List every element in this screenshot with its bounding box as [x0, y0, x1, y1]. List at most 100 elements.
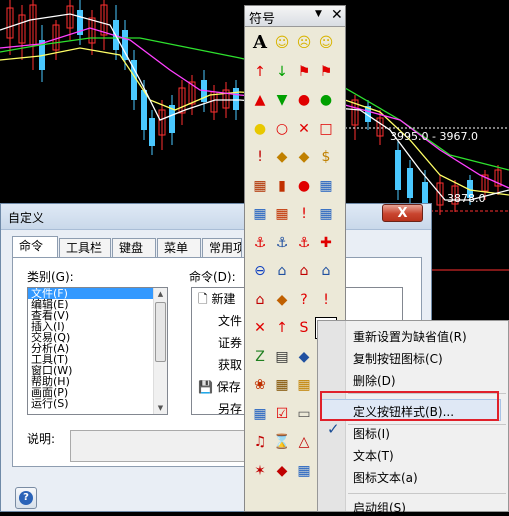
- boxes-icon[interactable]: ▦: [271, 374, 293, 396]
- command-item-save[interactable]: 💾 保存: [198, 378, 241, 397]
- record-icon[interactable]: ●: [293, 175, 315, 197]
- categories-list[interactable]: 文件(F) 编辑(E) 查看(V) 插入(I) 交易(Q) 分析(A) 工具(T) 窗口(W)…: [27, 287, 168, 415]
- warning-icon[interactable]: !: [249, 146, 271, 168]
- alert-icon[interactable]: !: [293, 203, 315, 225]
- candle-icon[interactable]: ▮: [271, 175, 293, 197]
- hourglass-icon[interactable]: ⌛: [271, 431, 293, 453]
- scroll-up-arrow[interactable]: ▲: [154, 288, 167, 300]
- grid-icon[interactable]: ▦: [315, 175, 337, 197]
- chart-icon[interactable]: ▦: [249, 175, 271, 197]
- flag-icon[interactable]: ⚑: [315, 61, 337, 83]
- help-button[interactable]: ?: [15, 487, 37, 509]
- binoculars-icon[interactable]: ◆: [293, 346, 315, 368]
- ring-icon[interactable]: ○: [271, 118, 293, 140]
- categories-scrollbar[interactable]: ▲ ▼: [153, 288, 167, 414]
- menu-item-icon-text[interactable]: 图标文本(a): [353, 469, 418, 486]
- tab-menu[interactable]: 菜单: [157, 238, 201, 258]
- picture-icon[interactable]: ▦: [271, 203, 293, 225]
- box-icon[interactable]: ▦: [293, 374, 315, 396]
- triangle-outline-icon[interactable]: △: [293, 431, 315, 453]
- tab-keyboard[interactable]: 键盘: [112, 238, 156, 258]
- highlight-annotation-box: [320, 391, 499, 421]
- star-icon[interactable]: ✶: [249, 460, 271, 482]
- yellow-circle-icon[interactable]: ●: [249, 118, 271, 140]
- menu-item-text[interactable]: 文本(T): [353, 447, 394, 464]
- scroll-thumb[interactable]: [155, 302, 166, 362]
- image-icon[interactable]: ▦: [249, 403, 271, 425]
- x-mark-icon[interactable]: ✕: [293, 118, 315, 140]
- diamond-orange-icon[interactable]: ◆: [271, 289, 293, 311]
- list-icon[interactable]: ▤: [271, 346, 293, 368]
- description-label: 说明:: [27, 432, 56, 446]
- down-arrow-icon[interactable]: ↓: [271, 61, 293, 83]
- menu-item-icon[interactable]: 图标(I): [353, 425, 390, 442]
- diamond-icon[interactable]: ◆: [271, 146, 293, 168]
- triangle-up-icon[interactable]: ▲: [249, 89, 271, 111]
- tab-toolbars[interactable]: 工具栏: [59, 238, 111, 258]
- dialog-close-button[interactable]: X: [382, 204, 423, 222]
- palette-title: 符号: [249, 12, 276, 27]
- arrow-up-icon[interactable]: ↑: [271, 317, 293, 339]
- green-dot-icon[interactable]: ●: [315, 89, 337, 111]
- rectangle-icon[interactable]: ▭: [293, 403, 315, 425]
- exclaim-icon[interactable]: !: [315, 289, 337, 311]
- check-icon: ✓: [327, 420, 340, 438]
- sad-face-icon[interactable]: ☹: [293, 32, 315, 54]
- command-item-new[interactable]: 🗋 新建: [198, 290, 236, 309]
- palette-titlebar[interactable]: 符号 ▼ ✕: [245, 6, 345, 27]
- menu-item-delete[interactable]: 删除(D): [353, 372, 396, 389]
- no-entry-icon[interactable]: ⊖: [249, 260, 271, 282]
- categories-label: 类别(G):: [27, 270, 74, 284]
- document-icon: 🗋: [198, 292, 208, 306]
- antenna-icon[interactable]: ♫: [249, 431, 271, 453]
- cancel-icon[interactable]: ✕: [249, 317, 271, 339]
- command-item-saveas[interactable]: 另存: [218, 400, 242, 414]
- up-arrow-icon[interactable]: ↑: [249, 61, 271, 83]
- house-red-icon[interactable]: ⌂: [293, 260, 315, 282]
- book-icon[interactable]: ◆: [271, 460, 293, 482]
- menu-item-reset[interactable]: 重新设置为缺省值(R): [353, 328, 467, 345]
- bar-icon[interactable]: ▦: [249, 203, 271, 225]
- tab-common[interactable]: 常用项: [202, 238, 242, 258]
- palette-close-icon[interactable]: ✕: [331, 7, 343, 23]
- dialog-titlebar[interactable]: 自定义: [1, 204, 431, 230]
- caution-icon[interactable]: ◆: [293, 146, 315, 168]
- window-icon[interactable]: ▦: [315, 203, 337, 225]
- flower-icon[interactable]: ❀: [249, 374, 271, 396]
- z-icon[interactable]: Z: [249, 346, 271, 368]
- category-item[interactable]: 运行(S): [28, 398, 167, 409]
- dollar-icon[interactable]: $: [315, 146, 337, 168]
- commands-label: 命令(D):: [189, 270, 236, 284]
- menu-item-copy-icon[interactable]: 复制按钮图标(C): [353, 350, 443, 367]
- home-red-icon[interactable]: ⌂: [249, 289, 271, 311]
- triangle-down-icon[interactable]: ▼: [271, 89, 293, 111]
- menu-separator: [348, 493, 506, 494]
- square-icon[interactable]: □: [315, 118, 337, 140]
- price-low-label: 3878.0: [447, 192, 486, 205]
- red-flag-icon[interactable]: ⚑: [293, 61, 315, 83]
- letter-a-icon[interactable]: A: [249, 32, 271, 54]
- home-icon[interactable]: ⌂: [315, 260, 337, 282]
- checkbox-icon[interactable]: ☑: [271, 403, 293, 425]
- neutral-face-icon[interactable]: ☺: [315, 32, 337, 54]
- smiley-icon[interactable]: ☺: [271, 32, 293, 54]
- table-icon[interactable]: ▦: [293, 460, 315, 482]
- anchor-red-icon[interactable]: ⚓: [293, 232, 315, 254]
- tab-commands[interactable]: 命令: [12, 236, 58, 258]
- command-item-fetch[interactable]: 获取: [218, 356, 242, 375]
- question-icon: ?: [19, 491, 33, 505]
- command-item-security[interactable]: 证券: [218, 334, 242, 353]
- dialog-title: 自定义: [8, 211, 45, 225]
- price-range-label: 3995.0 - 3967.0: [390, 130, 478, 143]
- menu-item-start-group[interactable]: 启动组(S): [353, 499, 406, 516]
- question-icon[interactable]: ?: [293, 289, 315, 311]
- red-dot-icon[interactable]: ●: [293, 89, 315, 111]
- house-icon[interactable]: ⌂: [271, 260, 293, 282]
- palette-dropdown-icon[interactable]: ▼: [315, 9, 322, 19]
- anchor-icon[interactable]: ⚓: [249, 232, 271, 254]
- cross-icon[interactable]: ✚: [315, 232, 337, 254]
- anchor-blue-icon[interactable]: ⚓: [271, 232, 293, 254]
- scroll-down-arrow[interactable]: ▼: [154, 402, 167, 414]
- command-item-file[interactable]: 文件: [218, 312, 242, 331]
- s-icon[interactable]: S: [293, 317, 315, 339]
